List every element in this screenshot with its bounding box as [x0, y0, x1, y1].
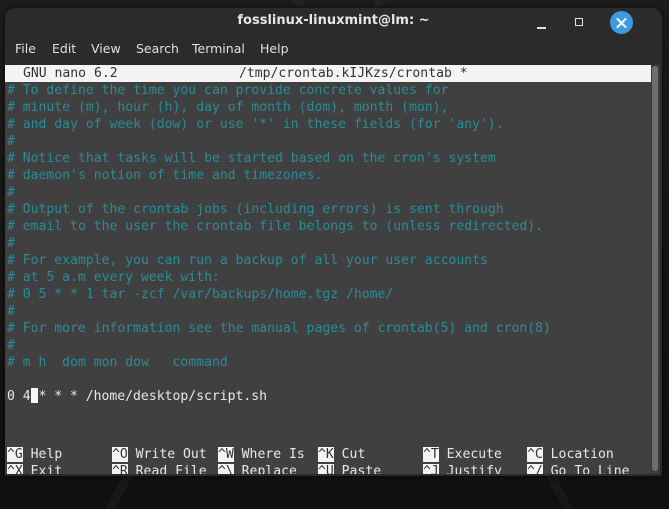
title-bar[interactable]: fosslinux-linuxmint@lm: ~ — [5, 8, 662, 36]
shortcut-paste[interactable]: ^U Paste — [318, 463, 381, 474]
editor-line: # Notice that tasks will be started base… — [7, 151, 496, 166]
shortcut-key: ^/ — [527, 464, 543, 474]
menu-file[interactable]: File — [15, 41, 36, 56]
nano-file-path: /tmp/crontab.kIJKzs/crontab * — [239, 66, 468, 81]
shortcut-label: Where Is — [241, 447, 305, 462]
shortcut-exit[interactable]: ^X Exit — [7, 463, 62, 474]
scrollbar[interactable] — [651, 65, 660, 474]
shortcut-key: ^J — [423, 464, 439, 474]
shortcut-key: ^R — [112, 464, 128, 474]
shortcut-label: Cut — [341, 447, 366, 462]
cron-entry-line[interactable]: 0 4 * * * /home/desktop/script.sh — [7, 388, 267, 405]
editor-line: # — [7, 338, 15, 353]
shortcut-label: Help — [30, 447, 63, 462]
shortcut-replace[interactable]: ^\ Replace — [218, 463, 297, 474]
editor-line: # — [7, 185, 15, 200]
menu-edit[interactable]: Edit — [52, 41, 76, 56]
shortcut-key: ^W — [218, 447, 234, 462]
shortcut-key: ^U — [318, 464, 334, 474]
shortcut-label: Go To Line — [550, 464, 630, 474]
shortcut-label: Write Out — [135, 447, 207, 462]
nano-header: GNU nano 6.2 /tmp/crontab.kIJKzs/crontab… — [5, 65, 651, 82]
shortcut-write-out[interactable]: ^O Write Out — [112, 446, 207, 463]
editor-line: # minute (m), hour (h), day of month (do… — [7, 100, 449, 115]
shortcut-label: Location — [550, 447, 614, 462]
shortcut-read-file[interactable]: ^R Read File — [112, 463, 207, 474]
shortcut-location[interactable]: ^C Location — [527, 446, 614, 463]
window-title: fosslinux-linuxmint@lm: ~ — [237, 13, 430, 28]
shortcut-label: Execute — [446, 447, 502, 462]
shortcut-execute[interactable]: ^T Execute — [423, 446, 502, 463]
shortcut-label: Replace — [241, 464, 297, 474]
shortcut-cut[interactable]: ^K Cut — [318, 446, 365, 463]
scrollbar-thumb[interactable] — [652, 66, 658, 471]
shortcut-label: Justify — [446, 464, 502, 474]
cron-entry-prefix: 0 4 — [7, 389, 31, 404]
maximize-button[interactable] — [570, 12, 590, 32]
editor-line: # — [7, 236, 15, 251]
shortcut-key: ^T — [423, 447, 439, 462]
menu-search[interactable]: Search — [136, 41, 179, 56]
menu-bar: File Edit View Search Terminal Help — [5, 38, 662, 62]
menu-terminal[interactable]: Terminal — [192, 41, 245, 56]
close-button[interactable] — [610, 11, 633, 34]
shortcut-label: Paste — [341, 464, 382, 474]
editor-line: # and day of week (dow) or use '*' in th… — [7, 117, 504, 132]
cron-entry-suffix: * * * /home/desktop/script.sh — [38, 389, 268, 404]
editor-line: # Output of the crontab jobs (including … — [7, 202, 504, 217]
shortcut-label: Exit — [30, 464, 63, 474]
editor-line: # To define the time you can provide con… — [7, 83, 449, 98]
editor-line: # email to the user the crontab file bel… — [7, 219, 544, 234]
editor-line: # For more information see the manual pa… — [7, 321, 551, 336]
shortcut-where-is[interactable]: ^W Where Is — [218, 446, 305, 463]
shortcut-go-to-line[interactable]: ^/ Go To Line — [527, 463, 630, 474]
editor-line: # — [7, 304, 15, 319]
shortcut-key: ^\ — [218, 464, 234, 474]
minimize-button[interactable] — [532, 12, 552, 32]
editor-line: # m h dom mon dow command — [7, 355, 228, 370]
terminal-window: fosslinux-linuxmint@lm: ~ File Edit View… — [5, 8, 662, 476]
shortcut-key: ^C — [527, 447, 543, 462]
editor-line: # at 5 a.m every week with: — [7, 270, 220, 285]
menu-help[interactable]: Help — [260, 41, 289, 56]
shortcut-help[interactable]: ^G Help — [7, 446, 62, 463]
editor-line: # daemon's notion of time and timezones. — [7, 168, 323, 183]
shortcut-justify[interactable]: ^J Justify — [423, 463, 502, 474]
shortcut-key: ^K — [318, 447, 334, 462]
shortcut-key: ^O — [112, 447, 128, 462]
nano-version: GNU nano 6.2 — [23, 66, 118, 81]
editor-line: # 0 5 * * 1 tar -zcf /var/backups/home.t… — [7, 287, 394, 302]
editor-line: # For example, you can run a backup of a… — [7, 253, 488, 268]
terminal-content[interactable]: GNU nano 6.2 /tmp/crontab.kIJKzs/crontab… — [5, 65, 651, 474]
shortcut-key: ^G — [7, 447, 23, 462]
editor-line: # — [7, 134, 15, 149]
shortcut-key: ^X — [7, 464, 23, 474]
shortcut-label: Read File — [135, 464, 207, 474]
menu-view[interactable]: View — [91, 41, 121, 56]
